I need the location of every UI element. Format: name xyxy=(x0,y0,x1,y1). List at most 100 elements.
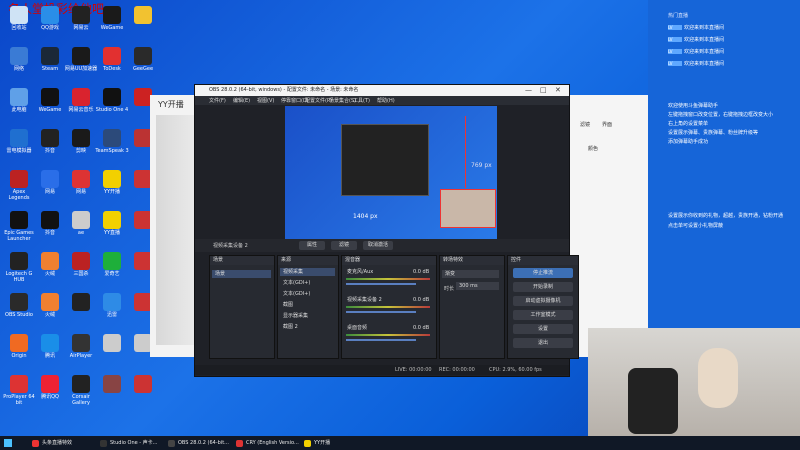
windows-start-icon[interactable] xyxy=(4,439,12,447)
sources-dock[interactable]: 来源 视频采集 文本(GDI+) 文本(GDI+) 截图 显示器采集 截图 2 xyxy=(277,255,339,359)
desktop-icon[interactable]: 网易云 xyxy=(64,6,98,31)
desktop-icon-label: 回收站 xyxy=(11,25,27,31)
preview-webcam-source[interactable] xyxy=(440,189,496,228)
desktop-icon[interactable]: Logitech G HUB xyxy=(2,252,36,283)
desktop-icon[interactable]: 剪映 xyxy=(64,129,98,154)
desktop-icon[interactable]: 腾讯 xyxy=(33,334,67,359)
desktop-icon[interactable]: Studio One 4 xyxy=(95,88,129,113)
desktop-icon[interactable]: 网易 xyxy=(64,170,98,195)
desktop-icon[interactable]: 火绒 xyxy=(33,293,67,318)
desktop-icon[interactable]: ProPlayer 64 bit xyxy=(2,375,36,406)
control-button[interactable]: 开始录制 xyxy=(513,282,573,292)
deactivate-button[interactable]: 取消激活 xyxy=(363,241,393,250)
mixer-dock[interactable]: 混音器 麦克风/Aux 0.0 dB 视频采集设备 2 0.0 dB 桌面音频 0.0 d… xyxy=(341,255,437,359)
desktop-icon[interactable] xyxy=(95,375,129,394)
volume-slider[interactable] xyxy=(346,283,416,285)
obs-titlebar[interactable]: OBS 28.0.2 (64-bit, windows) - 配置文件: 未命名… xyxy=(195,85,569,96)
desktop-icon[interactable]: ToDesk xyxy=(95,47,129,72)
transitions-title: 转场特效 xyxy=(440,256,504,265)
desktop-icon[interactable]: 火绒 xyxy=(33,252,67,277)
tab-filters[interactable]: 滤镜 xyxy=(580,121,590,128)
maximize-icon[interactable]: □ xyxy=(540,85,547,96)
desktop-icon[interactable]: 回收站 xyxy=(2,6,36,31)
desktop-icon[interactable] xyxy=(126,6,160,25)
desktop-icon[interactable]: 迅雷 xyxy=(95,293,129,318)
source-item[interactable]: 截图 xyxy=(280,301,335,309)
tab-ui[interactable]: 界面 xyxy=(602,121,612,128)
menu-item[interactable]: 工具(T) xyxy=(353,97,370,104)
preview-canvas[interactable]: 769 px 1404 px xyxy=(285,106,497,239)
desktop-icon[interactable]: 网易云音乐 xyxy=(64,88,98,113)
settings-window[interactable]: 滤镜 界面 颜色 xyxy=(568,95,648,357)
desktop-icon[interactable]: TeamSpeak 3 xyxy=(95,129,129,154)
desktop-icon[interactable]: Epic Games Launcher xyxy=(2,211,36,242)
desktop-icon[interactable]: Apex Legends xyxy=(2,170,36,201)
desktop-icon-label: TeamSpeak 3 xyxy=(95,148,129,154)
desktop-icon[interactable]: QQ游戏 xyxy=(33,6,67,31)
volume-meter xyxy=(346,334,430,336)
desktop-icon[interactable]: 雷电模拟器 xyxy=(2,129,36,154)
danmu-panel[interactable]: 热门直播 LV 欢迎来到本直播间 LV 欢迎来到本直播间 LV 欢迎来到本直播间 LV 欢迎来… xyxy=(648,0,800,328)
source-item[interactable]: 视频采集 xyxy=(280,268,335,276)
taskbar-item[interactable]: CRY (English Versio... xyxy=(234,438,299,448)
menu-item[interactable]: 帮助(H) xyxy=(377,97,395,104)
desktop-icon[interactable]: 网易 xyxy=(33,170,67,195)
desktop-icon[interactable]: YY开播 xyxy=(95,170,129,195)
desktop-icon[interactable]: Steam xyxy=(33,47,67,72)
desktop-icon[interactable] xyxy=(95,334,129,353)
source-item[interactable]: 显示器采集 xyxy=(280,312,335,320)
menu-item[interactable]: 配置文件(P) xyxy=(305,97,332,104)
source-item[interactable]: 截图 2 xyxy=(280,323,335,331)
taskbar-item[interactable]: Studio One - 声卡... xyxy=(98,438,157,448)
control-button[interactable]: 停止推流 xyxy=(513,268,573,278)
volume-slider[interactable] xyxy=(346,339,416,341)
app-icon xyxy=(103,6,121,24)
desktop-icon[interactable]: ae xyxy=(64,211,98,236)
desktop-icon[interactable]: 网络 xyxy=(2,47,36,72)
obs-menubar: 文件(F) 编辑(E) 视图(V) 停靠窗口(D) 配置文件(P) 场景集合(S) 工具(T… xyxy=(195,96,569,105)
close-icon[interactable]: ✕ xyxy=(555,85,561,96)
taskbar-item[interactable]: YY开播 xyxy=(302,438,330,448)
desktop-icon[interactable]: AirPlayer xyxy=(64,334,98,359)
desktop-icon[interactable]: 爱奇艺 xyxy=(95,252,129,277)
desktop-icon[interactable]: 腾讯QQ xyxy=(33,375,67,400)
desktop-icon[interactable]: Origin xyxy=(2,334,36,359)
desktop-icon-label: 抖音 xyxy=(44,230,55,236)
desktop-icon[interactable]: GeeGee xyxy=(126,47,160,72)
scene-item[interactable]: 场景 xyxy=(212,270,271,278)
properties-button[interactable]: 属性 xyxy=(299,241,325,250)
menu-item[interactable]: 编辑(E) xyxy=(233,97,250,104)
control-button[interactable]: 工作室模式 xyxy=(513,310,573,320)
desktop-icon[interactable]: 此电脑 xyxy=(2,88,36,113)
source-item[interactable]: 文本(GDI+) xyxy=(280,279,335,287)
controls-dock[interactable]: 控件 停止推流 开始录制 启动虚拟摄像机 工作室模式 设置 退出 xyxy=(507,255,579,359)
desktop-icon[interactable]: OBS Studio xyxy=(2,293,36,318)
desktop-icon[interactable]: WeGame xyxy=(95,6,129,31)
menu-item[interactable]: 视图(V) xyxy=(257,97,274,104)
obs-window[interactable]: OBS 28.0.2 (64-bit, windows) - 配置文件: 未命名… xyxy=(194,84,579,377)
scenes-dock[interactable]: 场景 场景 xyxy=(209,255,275,359)
filters-button[interactable]: 滤镜 xyxy=(331,241,357,250)
control-button[interactable]: 启动虚拟摄像机 xyxy=(513,296,573,306)
desktop-icon[interactable]: Corsair Gallery xyxy=(64,375,98,406)
volume-slider[interactable] xyxy=(346,311,416,313)
taskbar-item[interactable]: OBS 28.0.2 (64-bit... xyxy=(166,438,229,448)
desktop-icon[interactable]: 抖音 xyxy=(33,129,67,154)
desktop-icon[interactable] xyxy=(126,375,160,394)
transition-select[interactable]: 渐变 xyxy=(442,270,499,278)
taskbar-item[interactable]: 头条直播特效 xyxy=(30,438,72,448)
desktop-icon[interactable]: 网易UU加速器 xyxy=(64,47,98,72)
desktop-icon[interactable] xyxy=(64,293,98,312)
control-button[interactable]: 退出 xyxy=(513,338,573,348)
minimize-icon[interactable]: — xyxy=(525,85,532,96)
desktop-icon[interactable]: 抖音 xyxy=(33,211,67,236)
transitions-dock[interactable]: 转场特效 渐变 时长 300 ms xyxy=(439,255,505,359)
desktop-icon[interactable]: WeGame xyxy=(33,88,67,113)
source-item[interactable]: 文本(GDI+) xyxy=(280,290,335,298)
duration-input[interactable]: 300 ms xyxy=(456,282,499,290)
menu-item[interactable]: 文件(F) xyxy=(209,97,226,104)
desktop-icon[interactable]: 三国杀 xyxy=(64,252,98,277)
desktop-icon[interactable]: YY直播 xyxy=(95,211,129,236)
preview-px-readout: 769 px xyxy=(471,162,492,169)
control-button[interactable]: 设置 xyxy=(513,324,573,334)
